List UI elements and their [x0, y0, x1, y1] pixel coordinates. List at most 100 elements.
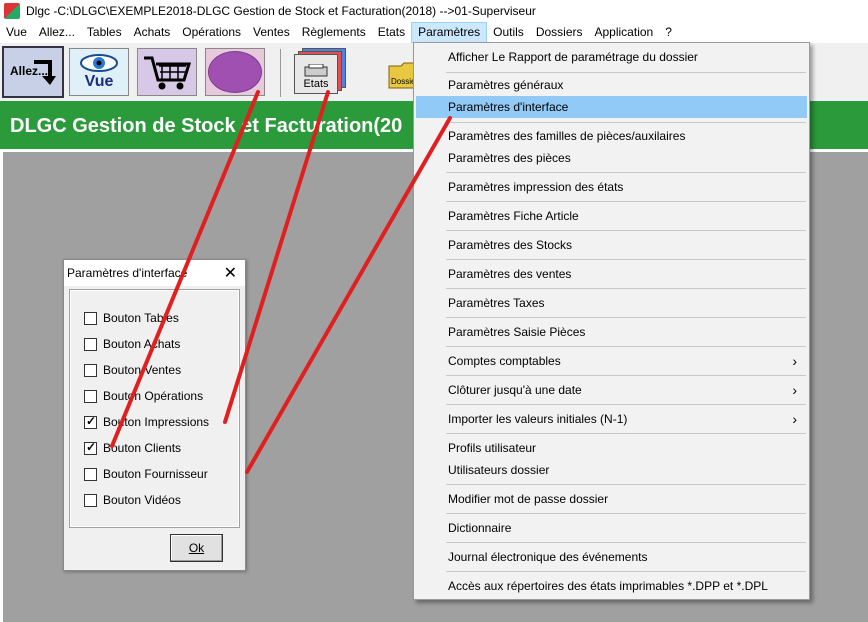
menu-item-acces-repertoires[interactable]: Accès aux répertoires des états imprimab… — [416, 575, 807, 597]
title-bar: Dlgc -C:\DLGC\EXEMPLE2018-DLGC Gestion d… — [0, 0, 868, 22]
checkbox-icon[interactable] — [84, 440, 97, 455]
checkbox-icon[interactable] — [84, 414, 97, 429]
menu-item-profils-utilisateur[interactable]: Profils utilisateur — [416, 437, 807, 459]
menu-separator — [446, 172, 806, 173]
checkbox-fournisseur[interactable]: Bouton Fournisseur — [84, 464, 208, 484]
menu-separator — [446, 317, 806, 318]
menu-item-parametres-interface[interactable]: Paramètres d'interface — [416, 96, 807, 118]
menu-item-label: Modifier mot de passe dossier — [448, 492, 609, 506]
vue-label: Vue — [84, 73, 114, 90]
menu-bar: Vue Allez... Tables Achats Opérations Ve… — [0, 22, 868, 43]
menu-separator — [446, 433, 806, 434]
menu-item-label: Paramètres des pièces — [448, 151, 571, 165]
checkbox-clients[interactable]: Bouton Clients — [84, 438, 181, 458]
menu-separator — [446, 375, 806, 376]
menu-item-dictionnaire[interactable]: Dictionnaire — [416, 517, 807, 539]
clients-button[interactable] — [205, 48, 265, 96]
menu-item-impression-etats[interactable]: Paramètres impression des états — [416, 176, 807, 198]
menu-separator — [446, 72, 806, 73]
checkbox-ventes[interactable]: Bouton Ventes — [84, 360, 181, 380]
menu-item-cloturer[interactable]: Clôturer jusqu'à une date › — [416, 379, 807, 401]
menu-item-importer-valeurs[interactable]: Importer les valeurs initiales (N-1) › — [416, 408, 807, 430]
menu-separator — [446, 230, 806, 231]
menu-item-label: Paramètres impression des états — [448, 180, 624, 194]
menu-application[interactable]: Application — [589, 22, 660, 43]
menu-item-label: Paramètres des ventes — [448, 267, 572, 281]
checkbox-icon[interactable] — [84, 467, 97, 481]
checkbox-impressions[interactable]: Bouton Impressions — [84, 412, 209, 432]
eye-icon — [80, 54, 118, 72]
checkbox-achats[interactable]: Bouton Achats — [84, 334, 180, 354]
dialog-titlebar: Paramètres d'interface ✕ — [64, 260, 245, 286]
menu-separator — [446, 201, 806, 202]
menu-item-taxes[interactable]: Paramètres Taxes — [416, 292, 807, 314]
chevron-right-icon: › — [792, 411, 797, 427]
checkbox-label: Bouton Ventes — [103, 363, 182, 377]
menu-separator — [446, 571, 806, 572]
checkbox-icon[interactable] — [84, 363, 97, 377]
menu-item-modifier-mot-de-passe[interactable]: Modifier mot de passe dossier — [416, 488, 807, 510]
checkbox-label: Bouton Tables — [103, 311, 179, 325]
menu-item-parametres-pieces[interactable]: Paramètres des pièces — [416, 147, 807, 169]
menu-reglements[interactable]: Règlements — [296, 22, 372, 43]
menu-separator — [446, 259, 806, 260]
checkbox-icon[interactable] — [84, 337, 97, 351]
menu-item-label: Profils utilisateur — [448, 441, 537, 455]
checkbox-icon[interactable] — [84, 311, 97, 325]
checkbox-label: Bouton Clients — [103, 441, 182, 455]
menu-separator — [446, 122, 806, 123]
checkbox-icon[interactable] — [84, 493, 97, 507]
checkbox-label: Bouton Achats — [103, 337, 181, 351]
ok-button[interactable]: Ok — [170, 534, 223, 562]
allez-button[interactable]: Allez... — [2, 46, 64, 98]
menu-operations[interactable]: Opérations — [176, 22, 247, 43]
window-title: Dlgc -C:\DLGC\EXEMPLE2018-DLGC Gestion d… — [26, 4, 536, 18]
checkbox-operations[interactable]: Bouton Opérations — [84, 386, 203, 406]
menu-allez[interactable]: Allez... — [33, 22, 81, 43]
parametres-dropdown: Afficher Le Rapport de paramétrage du do… — [413, 42, 810, 600]
menu-item-familles-pieces[interactable]: Paramètres des familles de pièces/auxila… — [416, 125, 807, 147]
menu-item-ventes[interactable]: Paramètres des ventes — [416, 263, 807, 285]
menu-parametres[interactable]: Paramètres — [411, 22, 488, 43]
menu-dossiers[interactable]: Dossiers — [530, 22, 589, 43]
menu-item-label: Paramètres des Stocks — [448, 238, 573, 252]
menu-item-comptes-comptables[interactable]: Comptes comptables › — [416, 350, 807, 372]
menu-item-rapport-parametrage[interactable]: Afficher Le Rapport de paramétrage du do… — [416, 46, 807, 68]
checkbox-videos[interactable]: Bouton Vidéos — [84, 490, 181, 510]
menu-item-saisie-pieces[interactable]: Paramètres Saisie Pièces — [416, 321, 807, 343]
checkbox-label: Bouton Impressions — [103, 415, 210, 429]
menu-achats[interactable]: Achats — [128, 22, 177, 43]
menu-item-label: Paramètres Fiche Article — [448, 209, 579, 223]
menu-item-label: Paramètres Taxes — [448, 296, 545, 310]
menu-item-label: Paramètres d'interface — [448, 100, 569, 114]
clients-icon — [208, 51, 262, 93]
menu-item-parametres-generaux[interactable]: Paramètres généraux — [416, 74, 807, 96]
menu-tables[interactable]: Tables — [81, 22, 128, 43]
menu-item-fiche-article[interactable]: Paramètres Fiche Article — [416, 205, 807, 227]
menu-vue[interactable]: Vue — [0, 22, 33, 43]
menu-help[interactable]: ? — [659, 22, 678, 43]
checkbox-icon[interactable] — [84, 389, 97, 403]
printer-icon — [304, 64, 328, 77]
chevron-right-icon: › — [792, 382, 797, 398]
menu-item-journal-evenements[interactable]: Journal électronique des événements — [416, 546, 807, 568]
vue-button[interactable]: Vue — [69, 48, 129, 96]
menu-item-stocks[interactable]: Paramètres des Stocks — [416, 234, 807, 256]
menu-outils[interactable]: Outils — [487, 22, 530, 43]
menu-item-label: Utilisateurs dossier — [448, 463, 550, 477]
menu-item-label: Dictionnaire — [448, 521, 512, 535]
checkbox-label: Bouton Fournisseur — [103, 467, 208, 481]
close-icon[interactable]: ✕ — [224, 263, 237, 283]
menu-separator — [446, 346, 806, 347]
menu-item-label: Importer les valeurs initiales (N-1) — [448, 412, 628, 426]
menu-ventes[interactable]: Ventes — [247, 22, 296, 43]
menu-separator — [446, 484, 806, 485]
achats-button[interactable] — [137, 48, 197, 96]
checkbox-tables[interactable]: Bouton Tables — [84, 308, 179, 328]
banner-title: DLGC Gestion de Stock et Facturation(20 — [10, 115, 403, 137]
ok-label: Ok — [188, 541, 205, 555]
menu-etats[interactable]: Etats — [372, 22, 411, 43]
etats-button[interactable]: Etats — [294, 48, 348, 96]
menu-item-label: Accès aux répertoires des états imprimab… — [448, 579, 768, 593]
menu-item-utilisateurs-dossier[interactable]: Utilisateurs dossier — [416, 459, 807, 481]
